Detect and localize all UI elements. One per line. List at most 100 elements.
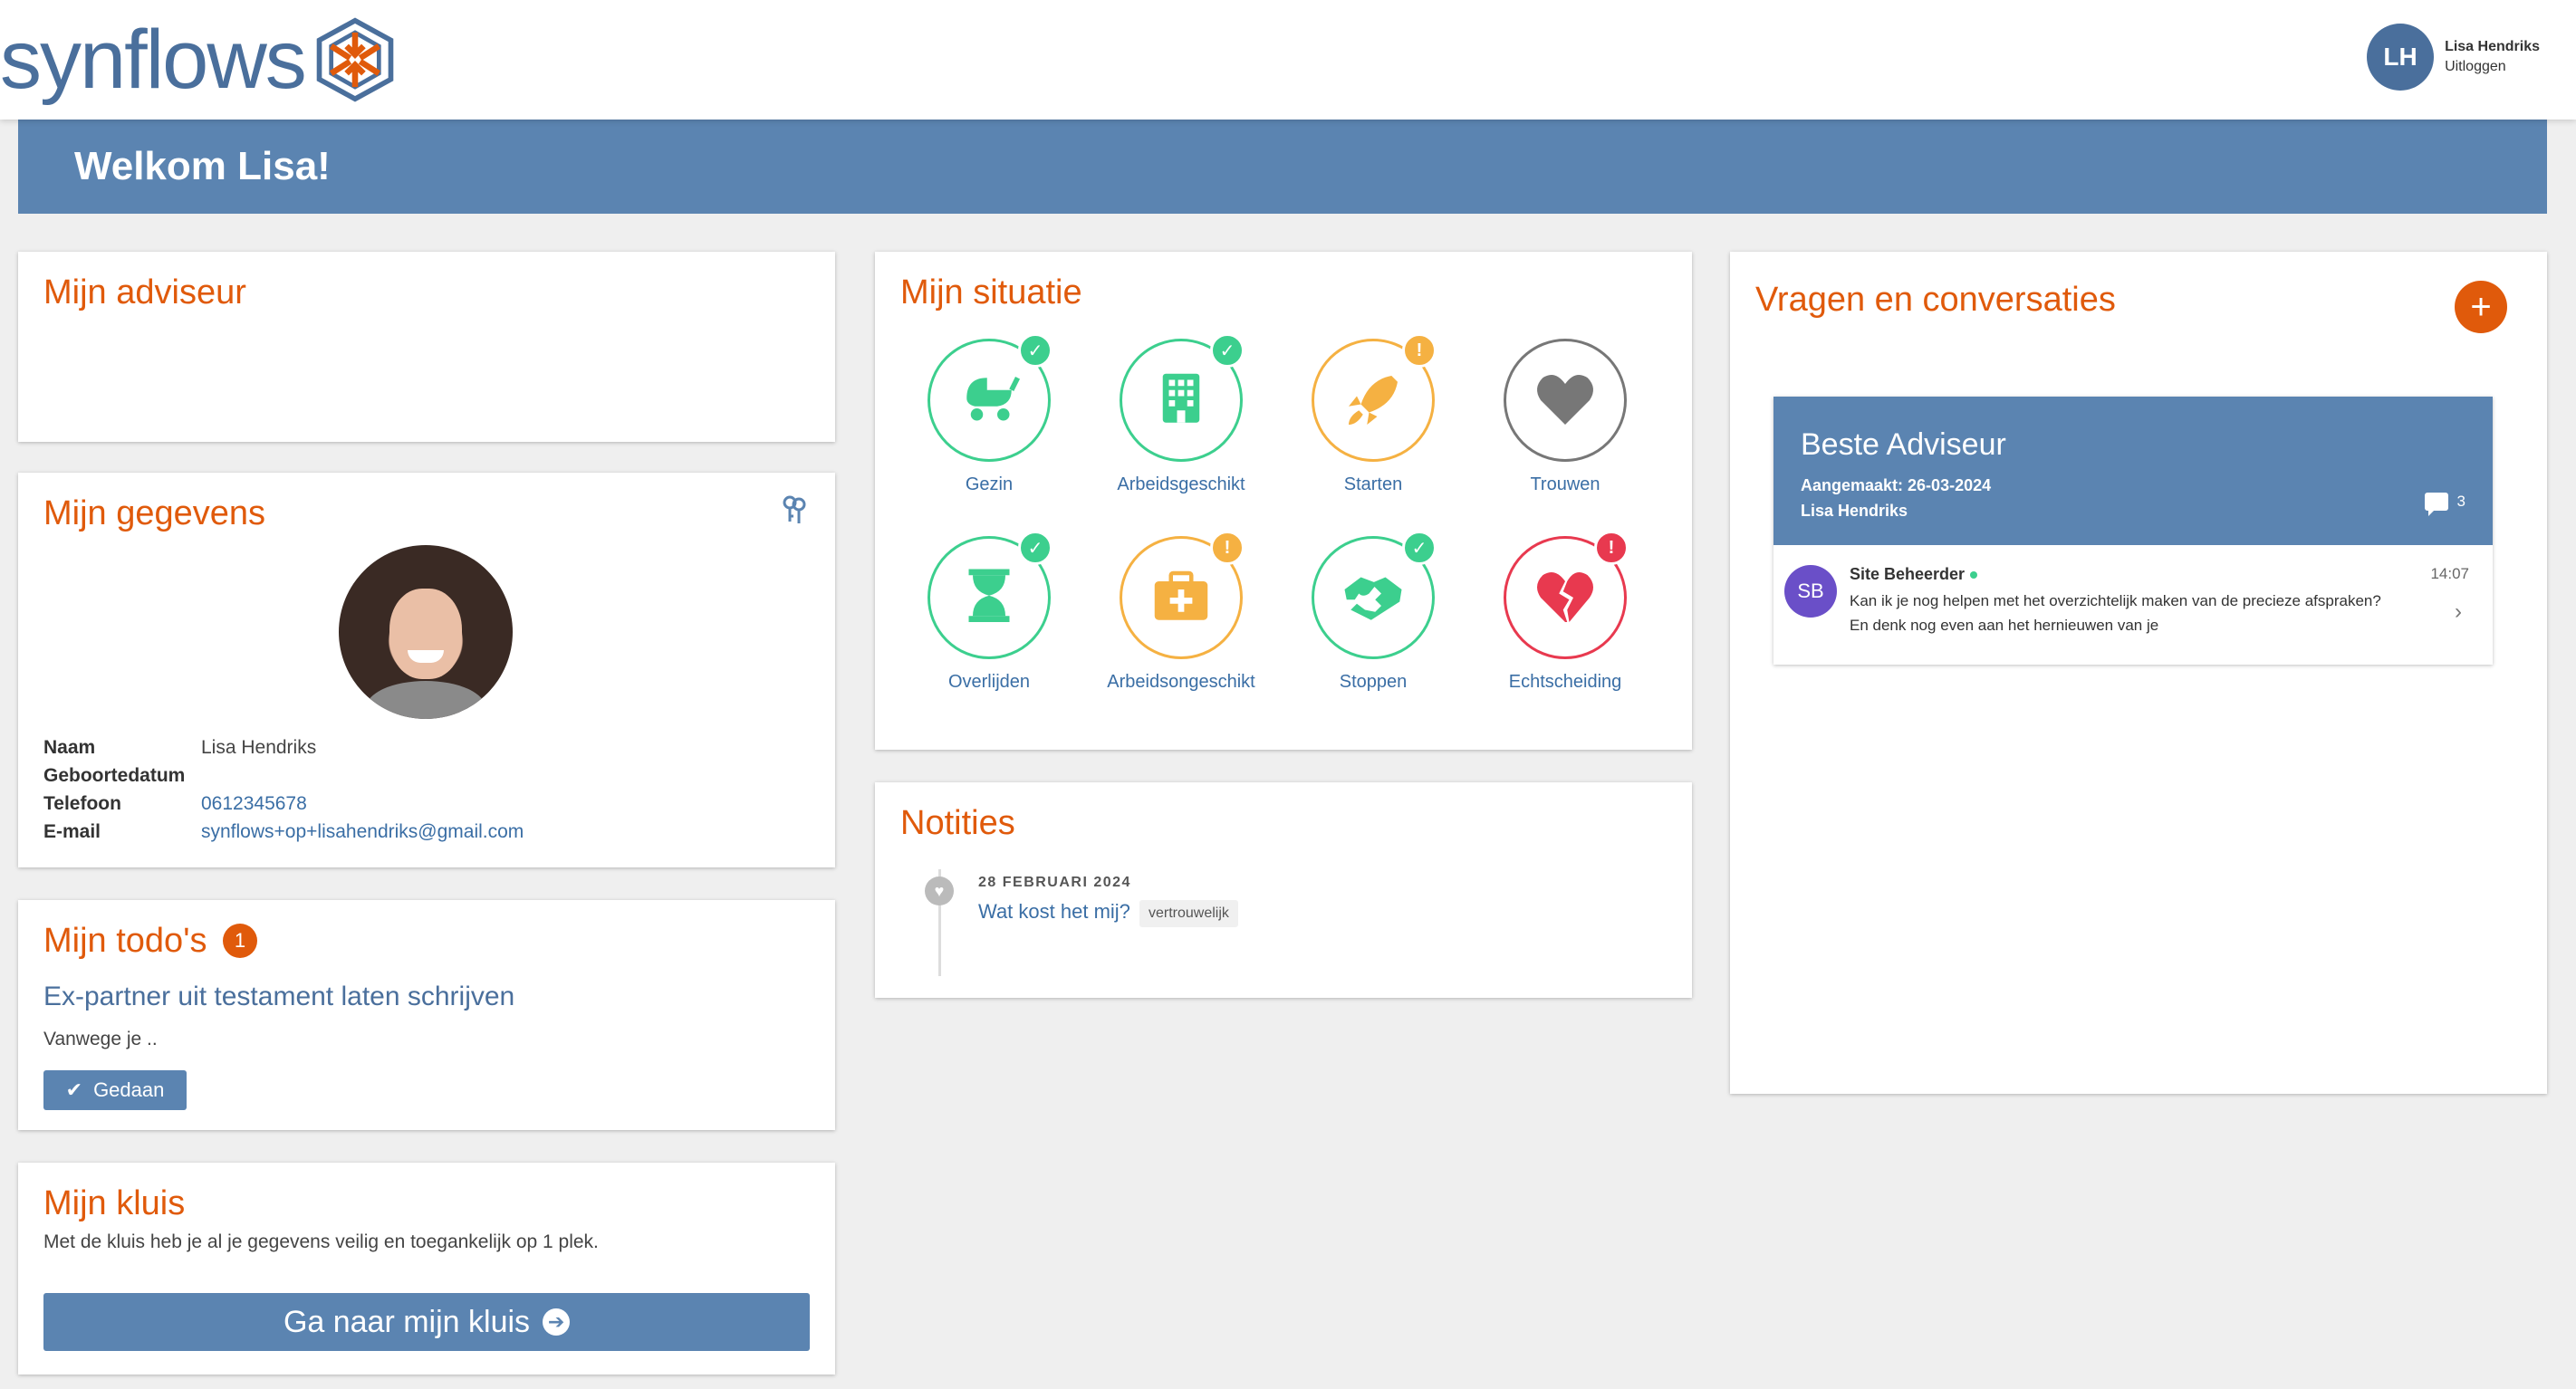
handshake-icon [1344, 577, 1402, 620]
kluis-title: Mijn kluis [43, 1184, 186, 1222]
check-status-icon: ✓ [1018, 531, 1053, 565]
welcome-banner: Welkom Lisa! [18, 120, 2547, 214]
situatie-label: Trouwen [1530, 474, 1600, 494]
add-conversation-button[interactable]: + [2455, 281, 2507, 333]
done-button[interactable]: ✔ Gedaan [43, 1070, 187, 1110]
alert-status-icon: ! [1594, 531, 1629, 565]
info-row-geboortedatum: Geboortedatum [43, 762, 524, 790]
check-icon: ✔ [65, 1078, 83, 1101]
online-status-icon [1970, 571, 1978, 580]
phone-link[interactable]: 0612345678 [201, 790, 307, 818]
todo-count-badge: 1 [223, 924, 257, 958]
situatie-item-trouwen[interactable]: Trouwen [1482, 339, 1645, 520]
info-label: Naam [43, 737, 96, 758]
message-count: 3 [2424, 493, 2465, 516]
situatie-item-echtscheiding[interactable]: ! Echtscheiding [1482, 531, 1645, 717]
user-avatar[interactable]: LH [2367, 24, 2435, 91]
info-label: E-mail [43, 821, 101, 842]
arrow-right-icon: ➔ [543, 1308, 571, 1336]
todo-item-title[interactable]: Ex-partner uit testament laten schrijven [43, 982, 514, 1012]
info-row-telefoon: Telefoon 0612345678 [43, 790, 524, 818]
logout-link[interactable]: Uitloggen [2445, 57, 2540, 77]
info-row-naam: Naam Lisa Hendriks [43, 733, 524, 762]
gegevens-title: Mijn gegevens [43, 494, 266, 532]
conversation-card[interactable]: Beste Adviseur Aangemaakt: 26-03-2024 Li… [1773, 397, 2493, 665]
notities-card: Notities ♥ 28 FEBRUARI 2024 Wat kost het… [875, 782, 1692, 998]
check-status-icon: ✓ [1210, 333, 1245, 368]
conversation-author: Lisa Hendriks [1801, 502, 1908, 520]
info-label: Telefoon [43, 793, 121, 814]
message-count-value: 3 [2456, 493, 2465, 510]
check-status-icon: ✓ [1402, 531, 1437, 565]
rocket-icon [1349, 376, 1398, 425]
note-tag: vertrouwelijk [1139, 900, 1238, 927]
adviseur-title: Mijn adviseur [43, 273, 246, 311]
note-date: 28 FEBRUARI 2024 [978, 875, 1131, 890]
profile-info: Naam Lisa Hendriks Geboortedatum Telefoo… [43, 733, 524, 846]
situatie-item-arbeidsongeschikt[interactable]: ! Arbeidsongeschikt [1098, 531, 1261, 717]
done-label: Gedaan [93, 1078, 165, 1101]
notities-title: Notities [900, 804, 1015, 842]
gegevens-card: Mijn gegevens Naam Lisa Hendriks Geboort… [18, 473, 835, 867]
kluis-card: Mijn kluis Met de kluis heb je al je geg… [18, 1163, 835, 1375]
heart-icon [1537, 374, 1593, 425]
conversation-title: Beste Adviseur [1801, 427, 2006, 462]
broken-heart-icon [1537, 571, 1593, 622]
info-label: Geboortedatum [43, 765, 186, 786]
situatie-item-starten[interactable]: ! Starten [1290, 333, 1453, 520]
situatie-label: Arbeidsongeschikt [1107, 672, 1255, 692]
note-title[interactable]: Wat kost het mij? [978, 900, 1130, 924]
todo-title: Mijn todo's [43, 922, 207, 960]
situatie-label: Overlijden [947, 672, 1031, 692]
situatie-title: Mijn situatie [900, 273, 1082, 311]
sender-name-line: Site Beheerder [1850, 565, 1978, 584]
logo-text: synflows [0, 14, 307, 106]
conversation-created: Aangemaakt: 26-03-2024 [1801, 476, 1992, 494]
user-name: Lisa Hendriks [2445, 39, 2540, 54]
situatie-item-overlijden[interactable]: ✓ Overlijden [906, 531, 1069, 717]
situatie-item-arbeidsgeschikt[interactable]: ✓ Arbeidsgeschikt [1098, 333, 1261, 520]
sender-avatar: SB [1784, 565, 1837, 618]
situatie-label: Arbeidsgeschikt [1117, 474, 1245, 494]
situatie-circle[interactable] [1504, 339, 1627, 462]
hourglass-icon [968, 569, 1010, 622]
settings-icon[interactable] [781, 494, 808, 525]
welcome-title: Welkom Lisa! [74, 144, 331, 188]
email-link[interactable]: synflows+op+lisahendriks@gmail.com [201, 818, 524, 846]
profile-photo [339, 545, 513, 719]
chevron-right-icon[interactable]: › [2455, 599, 2462, 625]
situatie-item-stoppen[interactable]: ✓ Stoppen [1290, 531, 1453, 717]
situatie-label: Echtscheiding [1508, 672, 1622, 692]
situatie-label: Gezin [965, 474, 1014, 494]
synflows-logo[interactable]: synflows [0, 5, 398, 114]
go-to-kluis-button[interactable]: Ga naar mijn kluis ➔ [43, 1293, 810, 1351]
top-navbar: synflows LH Lisa Hendriks Uitloggen [0, 0, 2576, 120]
situatie-label: Stoppen [1339, 672, 1408, 692]
todo-card: Mijn todo's 1 Ex-partner uit testament l… [18, 900, 835, 1130]
kluis-description: Met de kluis heb je al je gegevens veili… [43, 1231, 599, 1252]
stroller-icon [966, 376, 1021, 421]
message-time: 14:07 [2430, 565, 2469, 582]
logo-mark-icon [316, 17, 394, 102]
kluis-button-label: Ga naar mijn kluis [283, 1304, 531, 1339]
info-value: Lisa Hendriks [201, 737, 317, 758]
info-row-email: E-mail synflows+op+lisahendriks@gmail.co… [43, 818, 524, 846]
sender-name: Site Beheerder [1850, 565, 1966, 583]
todo-item-description: Vanwege je .. [43, 1029, 158, 1049]
heart-icon: ♥ [925, 877, 954, 905]
medical-case-icon [1154, 570, 1208, 620]
vragen-card: Vragen en conversaties + Beste Adviseur … [1730, 252, 2547, 1094]
check-status-icon: ✓ [1018, 333, 1053, 368]
conversation-header: Beste Adviseur Aangemaakt: 26-03-2024 Li… [1773, 397, 2493, 545]
situatie-card: Mijn situatie ✓ Gezin ✓ Arbeidsgeschikt! Sta… [875, 252, 1692, 750]
building-icon [1162, 373, 1200, 423]
message-preview: Kan ik je nog helpen met het overzichtel… [1850, 592, 2381, 634]
situatie-item-gezin[interactable]: ✓ Gezin [906, 333, 1069, 520]
chat-bubble-icon [2424, 493, 2448, 516]
user-menu[interactable]: LH Lisa Hendriks Uitloggen [2367, 24, 2540, 91]
vragen-title: Vragen en conversaties [1755, 281, 2116, 319]
situatie-label: Starten [1343, 474, 1403, 494]
adviseur-card: Mijn adviseur [18, 252, 835, 442]
warning-status-icon: ! [1210, 531, 1245, 565]
warning-status-icon: ! [1402, 333, 1437, 368]
